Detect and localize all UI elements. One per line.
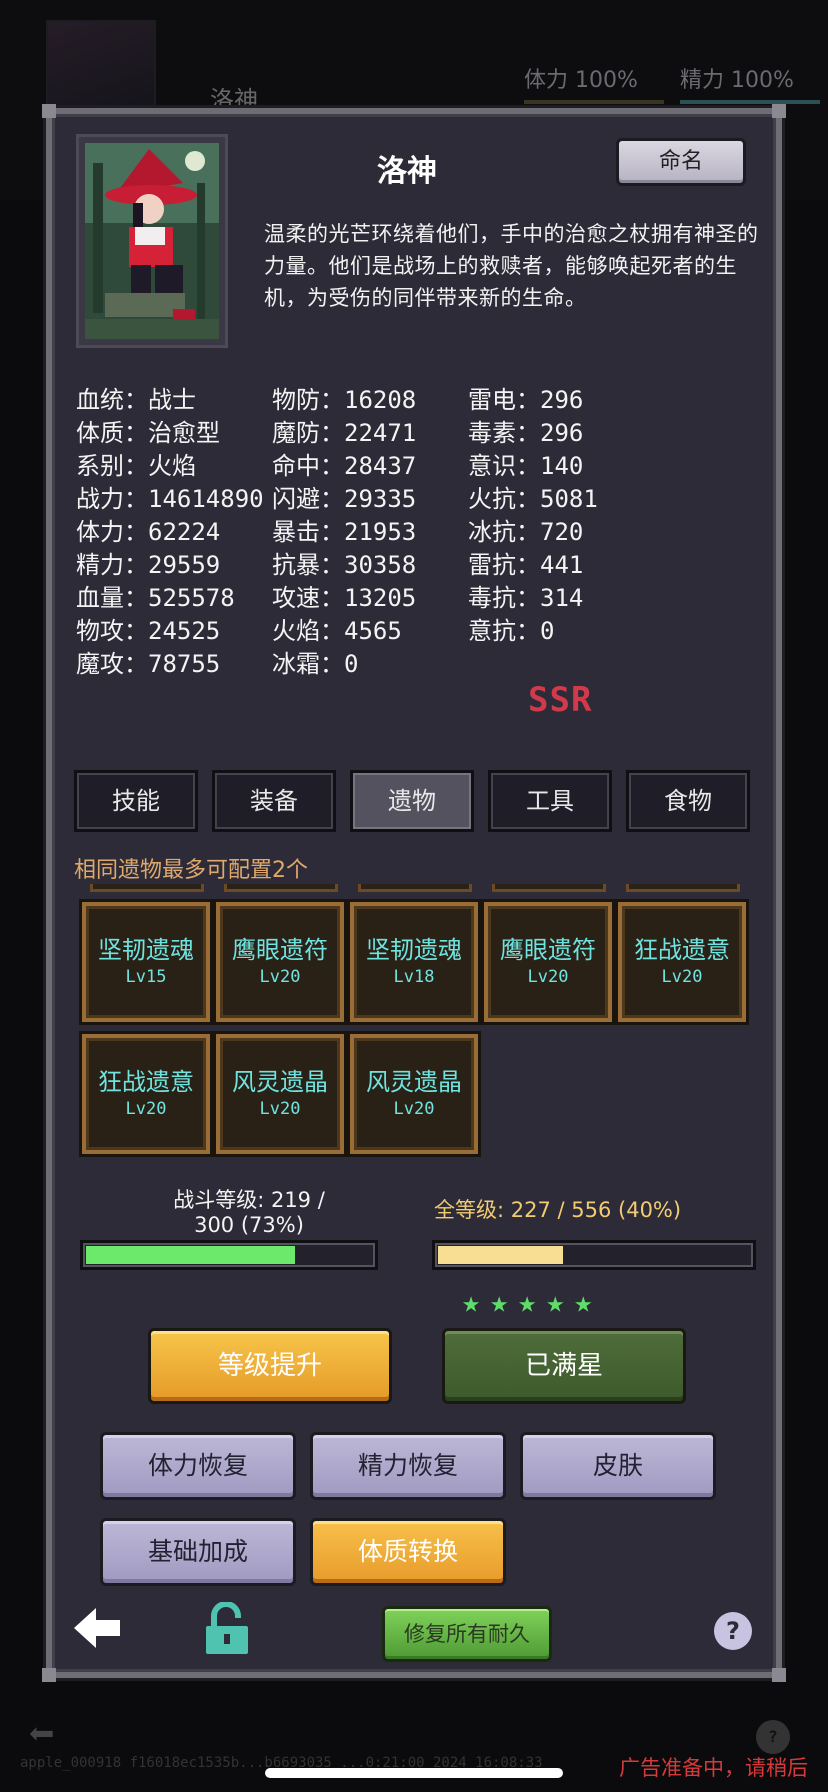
- tab-skills[interactable]: 技能: [74, 770, 198, 832]
- relic-hint: 相同遗物最多可配置2个: [74, 858, 308, 883]
- repair-all-button[interactable]: 修复所有耐久: [382, 1606, 552, 1662]
- background-stamina-bar: [524, 100, 664, 104]
- stat-mind-resist: 意抗：0: [468, 617, 555, 645]
- tab-tools[interactable]: 工具: [488, 770, 612, 832]
- total-level-bar: [432, 1240, 756, 1270]
- stat-dodge: 闪避：29335: [272, 485, 417, 513]
- base-bonus-button[interactable]: 基础加成: [100, 1518, 296, 1586]
- panel-corner: [772, 1668, 786, 1682]
- stat-hp: 血量：525578: [76, 584, 235, 612]
- background-avatar: [46, 20, 156, 120]
- stamina-restore-button[interactable]: 体力恢复: [100, 1432, 296, 1500]
- total-level-bar-fill: [438, 1246, 563, 1264]
- battle-level-label: 战斗等级: 219 / 300 (73%): [173, 1188, 325, 1237]
- tab-relics[interactable]: 遗物: [350, 770, 474, 832]
- ad-status-text: 广告准备中，请稍后: [619, 1756, 808, 1780]
- stat-fire: 火焰：4565: [272, 617, 402, 645]
- stat-frost: 冰霜：0: [272, 650, 359, 678]
- relic-slot[interactable]: 风灵遗晶 Lv20: [213, 1031, 347, 1157]
- stat-physical-attack: 物攻：24525: [76, 617, 221, 645]
- home-indicator: [265, 1768, 563, 1778]
- star-icon: ★: [490, 1285, 509, 1320]
- stat-attack-speed: 攻速：13205: [272, 584, 417, 612]
- stat-poison-resist: 毒抗：314: [468, 584, 584, 612]
- panel-corner: [42, 104, 56, 118]
- star-rating: ★ ★ ★ ★ ★: [462, 1288, 662, 1318]
- stat-power: 战力：14614890: [76, 485, 264, 513]
- rename-button[interactable]: 命名: [616, 138, 746, 186]
- relic-slot[interactable]: 鹰眼遗符 Lv20: [481, 899, 615, 1025]
- level-up-button[interactable]: 等级提升: [148, 1328, 392, 1404]
- unlock-icon[interactable]: [202, 1601, 252, 1654]
- relic-slot[interactable]: 坚韧遗魂 Lv15: [79, 899, 213, 1025]
- hero-portrait-image: [85, 143, 219, 339]
- back-arrow-icon[interactable]: [74, 1606, 124, 1650]
- relic-slot-peek: [90, 884, 204, 892]
- total-level-label: 全等级: 227 / 556 (40%): [434, 1198, 682, 1222]
- stat-stamina: 体力：62224: [76, 518, 221, 546]
- relic-slot-peek: [626, 884, 740, 892]
- stat-energy: 精力：29559: [76, 551, 221, 579]
- category-tabs: 技能 装备 遗物 工具 食物: [74, 770, 774, 834]
- battle-level-bar-fill: [86, 1246, 295, 1264]
- full-star-button[interactable]: 已满星: [442, 1328, 686, 1404]
- panel-corner: [772, 104, 786, 118]
- help-icon[interactable]: ?: [714, 1612, 752, 1650]
- relic-slot[interactable]: 狂战遗意 Lv20: [615, 899, 749, 1025]
- star-icon: ★: [546, 1285, 565, 1320]
- stat-accuracy: 命中：28437: [272, 452, 417, 480]
- stat-physical-defense: 物防：16208: [272, 386, 417, 414]
- relic-grid-scroll-peek: [76, 884, 776, 892]
- skin-button[interactable]: 皮肤: [520, 1432, 716, 1500]
- star-icon: ★: [518, 1285, 537, 1320]
- relic-slot[interactable]: 鹰眼遗符 Lv20: [213, 899, 347, 1025]
- hero-portrait: [76, 134, 228, 348]
- stat-crit: 暴击：21953: [272, 518, 417, 546]
- stat-ice-resist: 冰抗：720: [468, 518, 584, 546]
- stat-lightning-resist: 雷抗：441: [468, 551, 584, 579]
- stat-consciousness: 意识：140: [468, 452, 584, 480]
- stat-constitution: 体质：治愈型: [76, 419, 220, 447]
- background-back-icon: ⬅: [28, 1709, 55, 1760]
- relic-slot[interactable]: 坚韧遗魂 Lv18: [347, 899, 481, 1025]
- panel-corner: [42, 1668, 56, 1682]
- background-energy-bar: [680, 100, 820, 104]
- stat-element: 系别：火焰: [76, 452, 196, 480]
- relic-slot[interactable]: 狂战遗意 Lv20: [79, 1031, 213, 1157]
- stat-crit-resist: 抗暴：30358: [272, 551, 417, 579]
- background-energy: 精力 100%: [680, 62, 820, 104]
- stat-fire-resist: 火抗：5081: [468, 485, 598, 513]
- background-stamina: 体力 100%: [524, 62, 664, 104]
- stat-lightning: 雷电：296: [468, 386, 584, 414]
- tab-food[interactable]: 食物: [626, 770, 750, 832]
- relic-slot[interactable]: 风灵遗晶 Lv20: [347, 1031, 481, 1157]
- stat-magic-defense: 魔防：22471: [272, 419, 417, 447]
- relic-slot-peek: [358, 884, 472, 892]
- rarity-badge: SSR: [528, 680, 593, 720]
- relic-slot-peek: [492, 884, 606, 892]
- star-icon: ★: [462, 1285, 481, 1320]
- stat-poison: 毒素：296: [468, 419, 584, 447]
- constitution-change-button[interactable]: 体质转换: [310, 1518, 506, 1586]
- star-icon: ★: [574, 1285, 593, 1320]
- energy-restore-button[interactable]: 精力恢复: [310, 1432, 506, 1500]
- relic-slot-peek: [224, 884, 338, 892]
- hero-detail-panel: 洛神 命名 温柔的光芒环绕着他们，手中的治愈之杖拥有神圣的力量。他们是战场上的救…: [42, 104, 786, 1682]
- battle-level-bar: [80, 1240, 378, 1270]
- stat-lineage: 血统：战士: [76, 386, 196, 414]
- hero-name: 洛神: [377, 154, 437, 189]
- tab-equipment[interactable]: 装备: [212, 770, 336, 832]
- hero-description: 温柔的光芒环绕着他们，手中的治愈之杖拥有神圣的力量。他们是战场上的救赎者，能够唤…: [264, 222, 759, 310]
- background-help-icon: ?: [756, 1720, 790, 1754]
- stat-magic-attack: 魔攻：78755: [76, 650, 221, 678]
